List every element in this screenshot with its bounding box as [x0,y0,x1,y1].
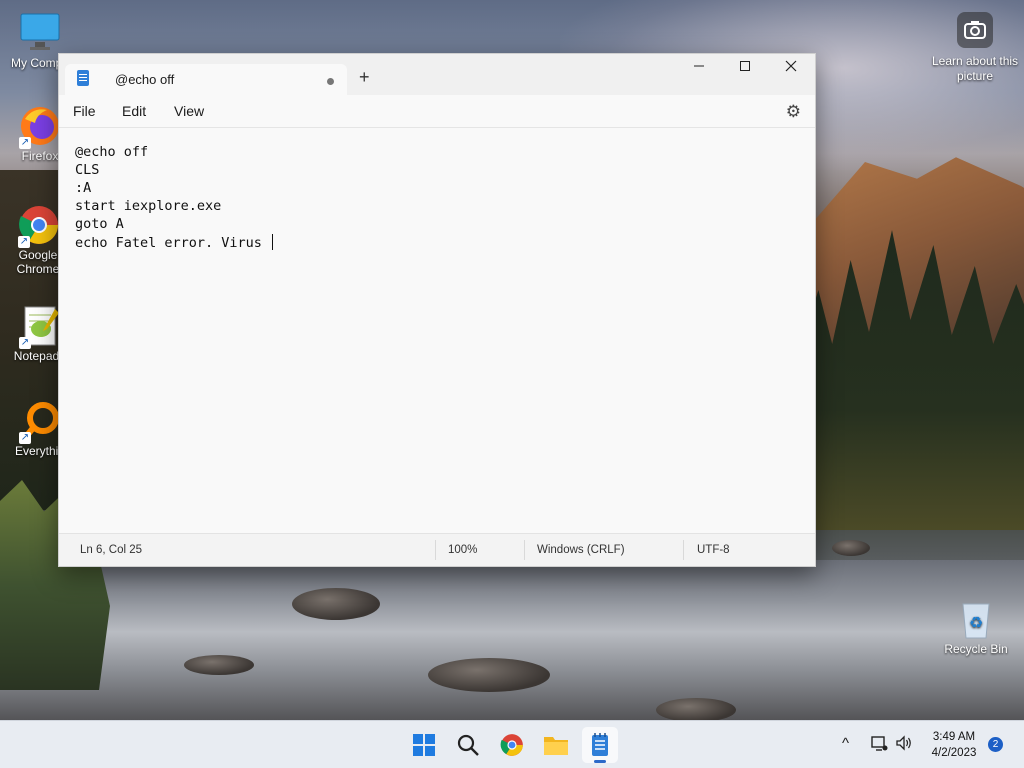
taskbar: ^ 3:49 AM 4/2/2023 2 [0,720,1024,768]
clock-date: 4/2/2023 [931,747,977,759]
close-button[interactable] [768,54,814,84]
search-button[interactable] [450,727,486,763]
notification-badge[interactable]: 2 [988,737,1003,752]
close-icon [785,60,797,72]
wallpaper-rock [656,698,736,722]
svg-text:♻: ♻ [969,615,983,632]
title-bar[interactable]: @echo off + [59,54,815,95]
taskbar-notepad[interactable] [582,727,618,763]
show-hidden-icons-chevron-up-icon[interactable]: ^ [842,735,849,752]
notepad-window: @echo off + File Edit View ⚙ @echo off C… [58,53,816,567]
taskbar-file-explorer[interactable] [538,727,574,763]
windows-logo-icon [413,734,435,756]
status-zoom[interactable]: 100% [448,544,477,556]
network-icon[interactable] [870,734,888,756]
search-icon [457,734,479,756]
status-divider [524,540,525,560]
notepad-plus-plus-icon: ↗ [19,305,61,349]
desktop-icon-label: Recycle Bin [944,642,1008,656]
editor-line: start iexplore.exe [75,198,222,214]
camera-icon [957,12,993,48]
wallpaper-rock [832,540,870,556]
new-tab-button[interactable]: + [359,68,370,86]
status-encoding[interactable]: UTF-8 [697,544,730,556]
menu-view[interactable]: View [174,103,204,119]
chrome-icon [500,734,523,756]
shortcut-arrow-icon: ↗ [19,137,31,149]
editor-line: :A [75,180,92,196]
shortcut-arrow-icon: ↗ [19,432,31,444]
menu-bar: File Edit View ⚙ [59,95,815,128]
shortcut-arrow-icon: ↗ [19,337,31,349]
firefox-icon: ↗ [19,105,61,149]
maximize-button[interactable] [722,54,768,84]
minimize-icon [694,65,704,67]
desktop-icon-label: Firefox [21,149,59,163]
wallpaper-river [0,560,1024,720]
folder-icon [544,737,568,755]
status-cursor-position: Ln 6, Col 25 [80,544,143,556]
text-editor[interactable]: @echo off CLS :A start iexplore.exe goto… [59,128,815,533]
status-line-ending[interactable]: Windows (CRLF) [537,544,625,556]
unsaved-indicator-icon[interactable] [327,78,334,85]
notepad-icon [592,733,608,756]
notepad-icon [77,70,89,86]
tab-title: @echo off [115,72,175,87]
editor-line-with-caret: echo Fatel error. Virus [75,234,274,251]
settings-gear-icon[interactable]: ⚙ [786,102,801,122]
chrome-icon: ↗ [18,204,60,248]
editor-line: CLS [75,162,100,178]
status-divider [435,540,436,560]
editor-line: @echo off [75,144,149,160]
editor-line: echo Fatel error. Virus [75,235,271,251]
menu-edit[interactable]: Edit [122,103,146,119]
text-caret [272,234,274,250]
shortcut-arrow-icon: ↗ [18,236,30,248]
desktop-icon-recycle-bin[interactable]: ♻ Recycle Bin [936,598,1016,656]
start-button[interactable] [406,727,442,763]
monitor-icon [19,12,61,54]
menu-file[interactable]: File [73,103,96,119]
everything-search-icon: ↗ [19,400,61,444]
taskbar-chrome[interactable] [494,727,530,763]
learn-about-picture-button[interactable]: Learn about this picture [930,12,1020,84]
editor-line: goto A [75,216,124,232]
learn-about-label: Learn about this picture [931,54,1019,83]
minimize-button[interactable] [676,54,722,84]
wallpaper-rock [428,658,550,692]
wallpaper-rock [292,588,380,620]
wallpaper-rock [184,655,254,675]
volume-icon[interactable] [895,734,913,756]
tab-echo-off[interactable]: @echo off [65,64,347,95]
status-bar: Ln 6, Col 25 100% Windows (CRLF) UTF-8 [59,533,815,566]
system-clock[interactable]: 3:49 AM 4/2/2023 [920,729,988,761]
maximize-icon [740,61,750,71]
recycle-bin-icon: ♻ [955,598,997,640]
clock-time: 3:49 AM [932,731,976,743]
status-divider [683,540,684,560]
